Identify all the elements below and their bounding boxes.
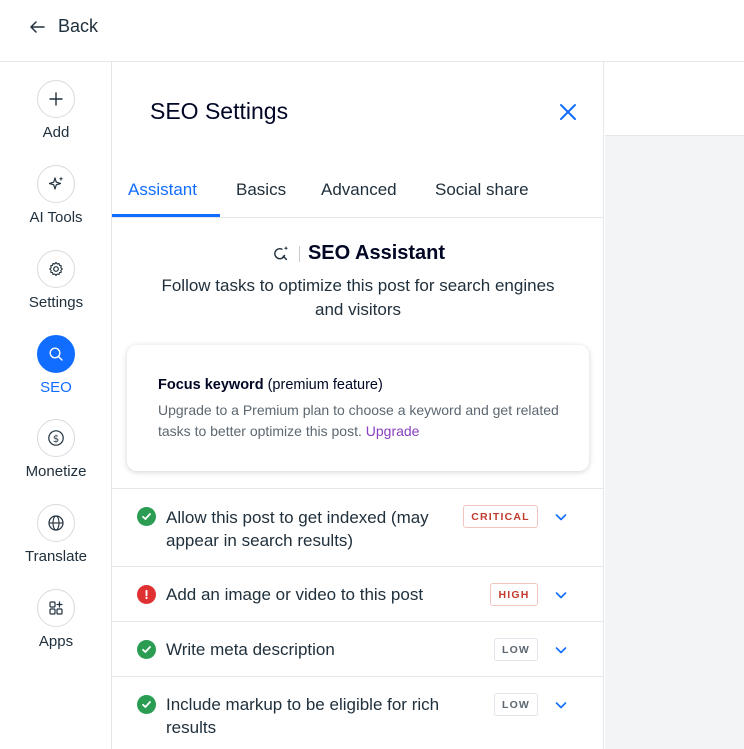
sidebar-item-translate[interactable]: Translate <box>0 504 112 588</box>
dollar-icon: $ <box>37 419 75 457</box>
task-row[interactable]: Include markup to be eligible for rich r… <box>112 676 603 749</box>
task-row[interactable]: Add an image or video to this post HIGH <box>112 566 603 621</box>
focus-keyword-text: Upgrade to a Premium plan to choose a ke… <box>158 400 568 442</box>
focus-keyword-card: Focus keyword (premium feature) Upgrade … <box>127 345 589 471</box>
chevron-down-icon[interactable] <box>553 642 569 658</box>
assistant-header: SEO Assistant <box>112 242 603 265</box>
assistant-title: SEO Assistant <box>307 242 446 264</box>
sidebar-item-settings[interactable]: Settings <box>0 250 112 334</box>
check-circle-icon <box>137 507 156 526</box>
task-text: Include markup to be eligible for rich r… <box>166 695 440 737</box>
upgrade-link[interactable]: Upgrade <box>366 423 420 439</box>
task-text: Write meta description <box>166 640 335 659</box>
chevron-down-icon[interactable] <box>553 587 569 603</box>
gear-icon <box>37 250 75 288</box>
sidebar-item-monetize[interactable]: $ Monetize <box>0 419 112 503</box>
priority-badge: HIGH <box>490 583 538 606</box>
top-bar: Back <box>0 0 744 62</box>
active-tab-indicator <box>112 214 220 217</box>
sidebar-item-label: Translate <box>25 548 87 565</box>
priority-badge: LOW <box>494 693 538 716</box>
plus-icon <box>37 80 75 118</box>
tab-bar: Assistant Basics Advanced Social share <box>112 170 603 218</box>
premium-feature-note: (premium feature) <box>263 377 383 393</box>
focus-keyword-title: Focus keyword (premium feature) <box>158 377 383 393</box>
tab-basics[interactable]: Basics <box>236 180 286 200</box>
sidebar-item-label: SEO <box>40 379 72 396</box>
task-text: Add an image or video to this post <box>166 585 424 604</box>
sidebar-item-apps[interactable]: Apps <box>0 589 112 673</box>
svg-text:$: $ <box>53 434 59 445</box>
globe-icon <box>37 504 75 542</box>
sidebar-item-ai-tools[interactable]: AI Tools <box>0 165 112 249</box>
sidebar-item-label: Monetize <box>25 463 87 480</box>
back-button[interactable]: Back <box>28 16 98 37</box>
focus-keyword-label: Focus keyword <box>158 377 264 393</box>
editor-canvas <box>605 62 744 749</box>
left-sidebar: Add AI Tools Settings SEO $ Monetize Tra… <box>0 62 112 749</box>
task-text: Allow this post to get indexed (may appe… <box>166 508 429 550</box>
back-label: Back <box>58 16 99 36</box>
seo-assistant-icon <box>274 245 289 260</box>
close-icon[interactable] <box>558 102 578 122</box>
sidebar-item-add[interactable]: Add <box>0 80 112 164</box>
sidebar-item-label: Apps <box>38 633 74 650</box>
tab-social-share[interactable]: Social share <box>435 180 529 200</box>
sidebar-item-label: Settings <box>28 294 84 311</box>
divider <box>298 245 300 262</box>
check-circle-icon <box>137 695 156 714</box>
assistant-description: Follow tasks to optimize this post for s… <box>161 276 555 319</box>
priority-badge: LOW <box>494 638 538 661</box>
apps-icon <box>37 589 75 627</box>
error-icon <box>137 585 156 604</box>
seo-settings-panel: SEO Settings Assistant Basics Advanced S… <box>112 62 604 749</box>
chevron-down-icon[interactable] <box>553 509 569 525</box>
editor-top-bar <box>605 62 744 136</box>
sidebar-item-label: Add <box>42 124 70 141</box>
priority-badge: CRITICAL <box>463 505 538 528</box>
task-row[interactable]: Allow this post to get indexed (may appe… <box>112 488 603 566</box>
tab-advanced[interactable]: Advanced <box>321 180 397 200</box>
sparkles-icon <box>37 165 75 203</box>
chevron-down-icon[interactable] <box>553 697 569 713</box>
sidebar-item-seo[interactable]: SEO <box>0 335 112 419</box>
focus-keyword-description: Upgrade to a Premium plan to choose a ke… <box>158 402 559 439</box>
sidebar-item-label: AI Tools <box>29 209 83 226</box>
task-row[interactable]: Write meta description LOW <box>112 621 603 676</box>
search-icon <box>37 335 75 373</box>
arrow-left-icon <box>30 20 45 33</box>
tab-assistant[interactable]: Assistant <box>128 180 197 200</box>
check-circle-icon <box>137 640 156 659</box>
panel-title: SEO Settings <box>150 98 289 124</box>
